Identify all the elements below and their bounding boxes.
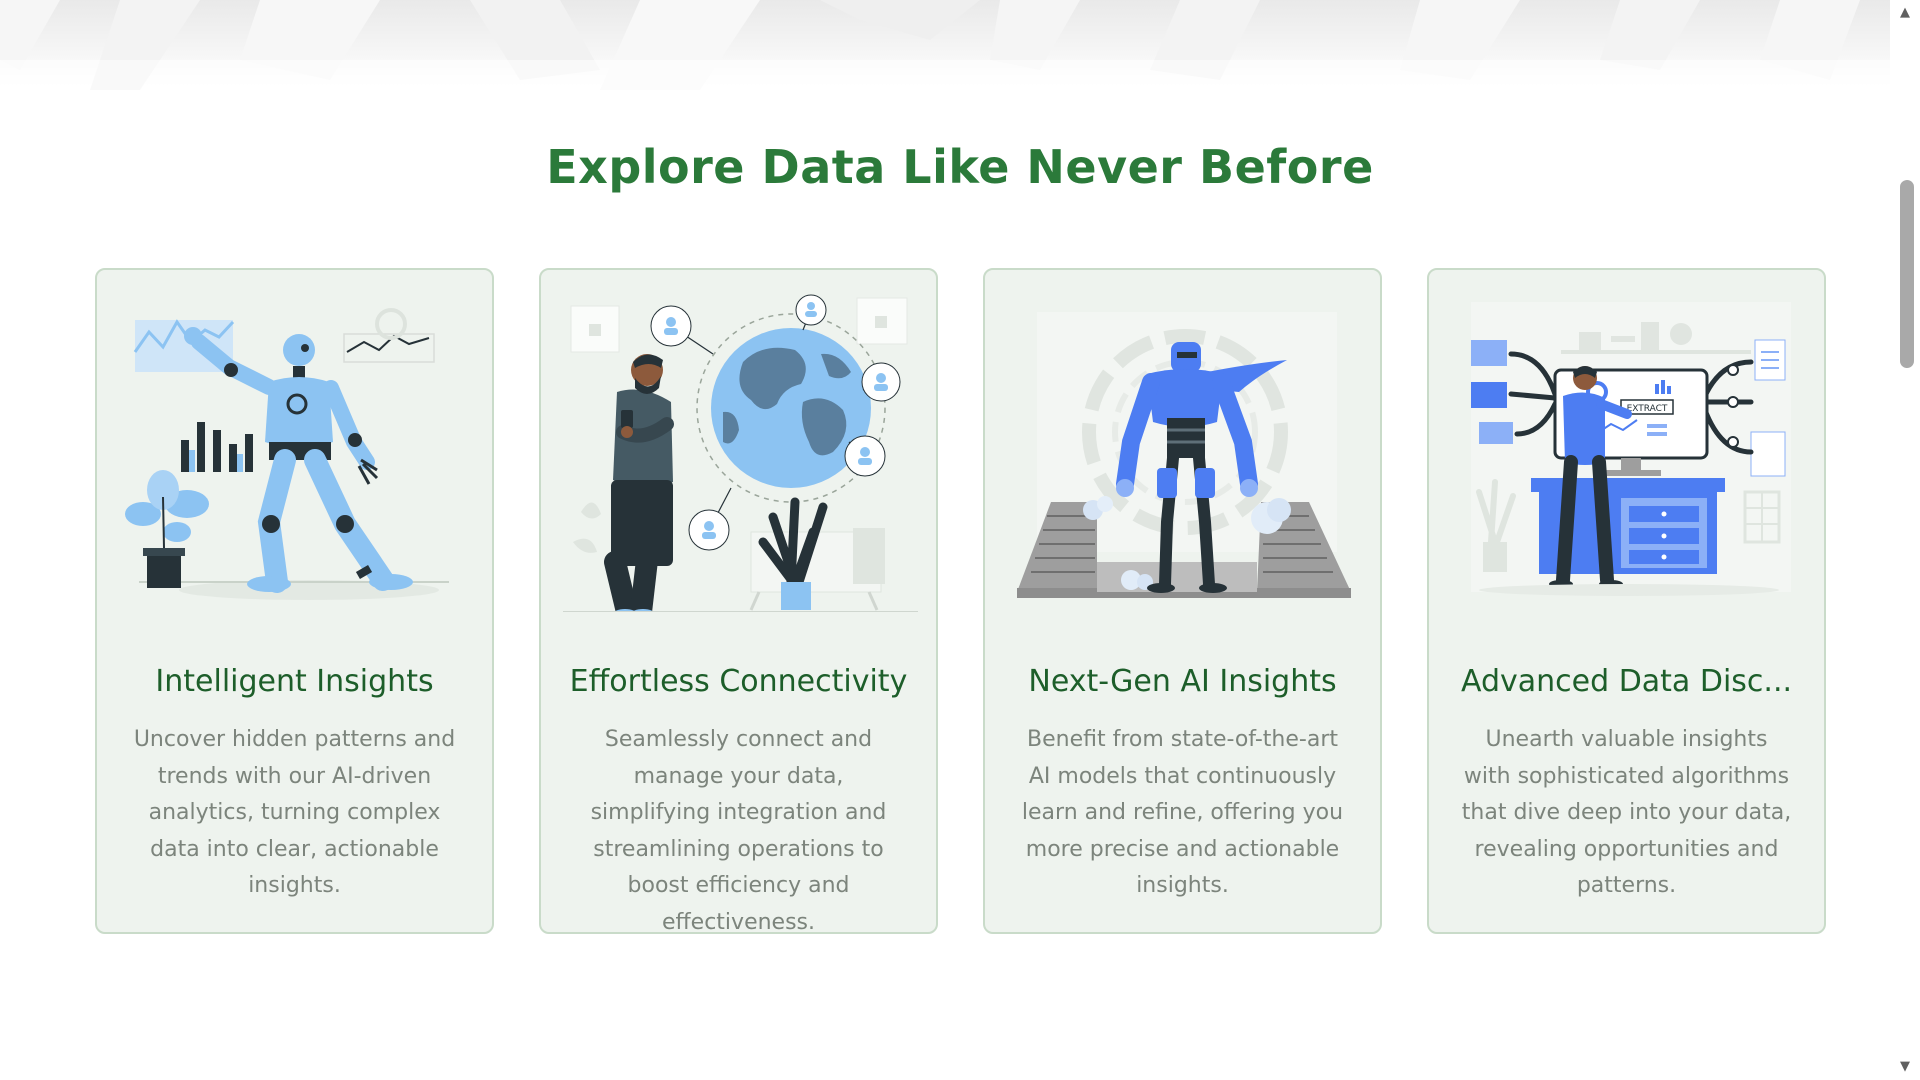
card-title: Next-Gen AI Insights (1028, 664, 1337, 699)
section-title: Explore Data Like Never Before (546, 140, 1374, 194)
feature-card-intelligent-insights[interactable]: Intelligent Insights Uncover hidden patt… (95, 268, 494, 934)
feature-card-effortless-connectivity[interactable]: Effortless Connectivity Seamlessly conne… (539, 268, 938, 934)
scroll-thumb[interactable] (1900, 180, 1914, 368)
card-description: Unearth valuable insights with sophistic… (1461, 727, 1792, 898)
scroll-down-arrow-icon[interactable]: ▼ (1890, 1056, 1920, 1078)
data-extract-illustration: EXTRACT (1451, 292, 1806, 612)
globe-connectivity-illustration (563, 292, 918, 612)
scroll-up-arrow-icon[interactable]: ▲ (1890, 2, 1920, 24)
card-description: Seamlessly connect and manage your data,… (590, 727, 887, 934)
card-title: Effortless Connectivity (569, 664, 908, 699)
page: Explore Data Like Never Before Intellige… (0, 0, 1920, 1080)
card-title: Advanced Data Disc... (1460, 664, 1793, 699)
feature-cards: Intelligent Insights Uncover hidden patt… (95, 268, 1827, 934)
card-title: Intelligent Insights (155, 664, 434, 699)
page-scrollbar[interactable]: ▲ ▼ (1890, 0, 1920, 1080)
hero-robot-illustration (1007, 292, 1362, 612)
feature-card-next-gen-ai-insights[interactable]: Next-Gen AI Insights Benefit from state-… (983, 268, 1382, 934)
feature-card-advanced-data-discovery[interactable]: EXTRACT Advanced Data Disc... Unearth va… (1427, 268, 1826, 934)
top-decorative-band (0, 0, 1890, 90)
robot-analytics-illustration (119, 292, 474, 612)
card-description: Benefit from state-of-the-art AI models … (1021, 727, 1344, 898)
card-description: Uncover hidden patterns and trends with … (133, 727, 456, 898)
extract-label: EXTRACT (1627, 404, 1668, 414)
